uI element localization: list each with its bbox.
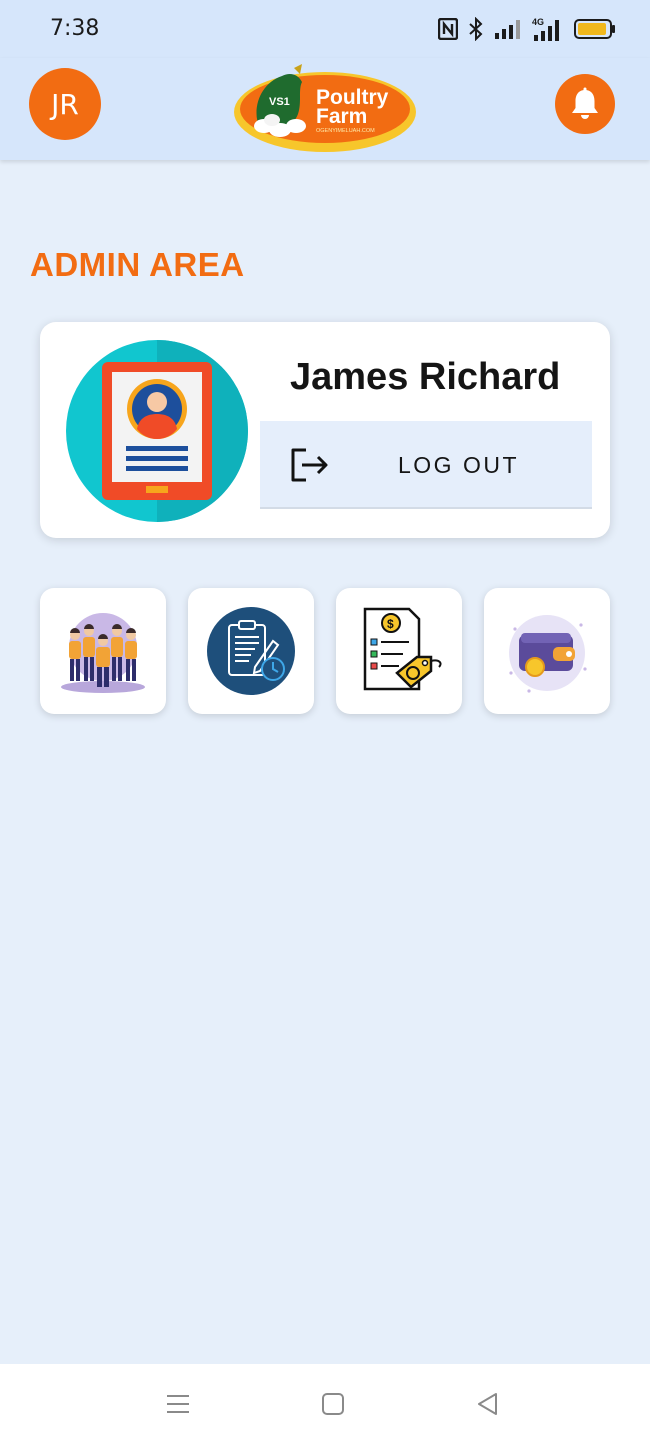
logout-icon xyxy=(291,448,328,482)
id-card-icon xyxy=(66,340,248,522)
status-bar: 7:38 4G xyxy=(0,0,650,58)
page-title: ADMIN AREA xyxy=(30,246,245,283)
logo[interactable]: VS1 Poultry Farm OGENYIMELUAH.COM xyxy=(232,62,418,154)
logout-label: LOG OUT xyxy=(398,452,520,478)
profile-name: James Richard xyxy=(290,356,561,398)
notifications-button[interactable] xyxy=(555,74,615,134)
app-header: JR VS1 Poultry Farm OGENYIMELUAH.COM xyxy=(0,58,650,160)
bell-icon xyxy=(572,87,598,119)
avatar[interactable]: JR xyxy=(29,68,101,140)
back-icon[interactable] xyxy=(472,1388,504,1420)
network-label: 4G xyxy=(532,17,544,27)
wallet-shortcut[interactable] xyxy=(484,588,610,714)
system-nav-bar xyxy=(0,1364,650,1444)
team-shortcut[interactable] xyxy=(40,588,166,714)
logo-badge: VS1 xyxy=(269,96,290,108)
status-time: 7:38 xyxy=(50,16,100,41)
status-icons: 4G xyxy=(438,14,616,44)
home-icon[interactable] xyxy=(317,1388,349,1420)
avatar-initials: JR xyxy=(51,87,79,121)
menu-icon[interactable] xyxy=(162,1388,194,1420)
battery-icon xyxy=(574,19,615,39)
clipboard-report-icon xyxy=(207,607,295,695)
invoices-shortcut[interactable]: $ xyxy=(336,588,462,714)
profile-card: James Richard LOG OUT xyxy=(40,322,610,538)
svg-text:$: $ xyxy=(387,617,394,631)
signal-icon xyxy=(495,20,520,39)
logo-tagline: OGENYIMELUAH.COM xyxy=(316,128,375,134)
wallet-icon xyxy=(509,615,587,693)
bluetooth-icon xyxy=(469,17,483,41)
reports-shortcut[interactable] xyxy=(188,588,314,714)
invoice-price-tag-icon: $ xyxy=(363,607,442,691)
logout-button[interactable]: LOG OUT xyxy=(260,421,592,509)
4g-signal-icon: 4G xyxy=(532,17,559,41)
team-icon xyxy=(61,613,145,693)
nfc-icon xyxy=(438,18,458,40)
logo-title-line2: Farm xyxy=(316,105,367,128)
